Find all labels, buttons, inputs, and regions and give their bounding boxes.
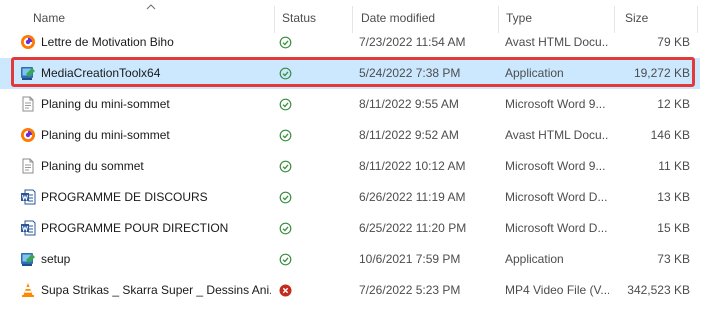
file-size: 19,272 KB <box>633 66 690 80</box>
file-name[interactable]: MediaCreationToolx64 <box>41 58 271 89</box>
vlc-icon <box>20 282 36 298</box>
file-type: Application <box>505 252 564 266</box>
vertical-scrollbar[interactable] <box>706 0 723 314</box>
sync-status-icon <box>279 36 292 49</box>
file-name[interactable]: Planing du sommet <box>41 151 271 182</box>
file-name[interactable]: setup <box>41 244 271 275</box>
sync-status-icon <box>279 222 292 235</box>
file-type: Microsoft Word D... <box>505 190 608 204</box>
file-name[interactable]: Supa Strikas _ Skarra Super _ Dessins An… <box>41 275 271 306</box>
file-name[interactable]: Planing du mini-sommet <box>41 120 271 151</box>
avast-icon <box>20 127 36 143</box>
file-type: Avast HTML Docu... <box>505 35 609 49</box>
date-modified: 6/25/2022 11:20 PM <box>359 221 467 235</box>
file-type: MP4 Video File (V... <box>505 283 609 297</box>
word-icon <box>20 189 36 205</box>
document-icon <box>20 158 36 174</box>
file-name[interactable]: Planing du mini-sommet <box>41 89 271 120</box>
avast-icon <box>20 34 36 50</box>
file-row[interactable]: PROGRAMME DE DISCOURS 6/26/2022 11:19 AM M… <box>0 182 700 213</box>
date-modified: 7/23/2022 11:54 AM <box>359 35 466 49</box>
word-icon <box>20 220 36 236</box>
sync-status-icon <box>279 67 292 80</box>
file-row[interactable]: MediaCreationToolx64 5/24/2022 7:38 PM App… <box>0 58 700 89</box>
file-type: Application <box>505 66 564 80</box>
sync-status-icon <box>279 98 292 111</box>
installer-icon <box>20 251 36 267</box>
file-name[interactable]: PROGRAMME POUR DIRECTION <box>41 213 271 244</box>
sync-status-icon <box>279 191 292 204</box>
file-size: 11 KB <box>658 159 690 173</box>
file-size: 79 KB <box>657 35 690 49</box>
sync-error-icon <box>279 284 292 297</box>
file-size: 146 KB <box>650 128 690 142</box>
file-size: 13 KB <box>657 190 690 204</box>
file-row[interactable]: Lettre de Motivation Biho 7/23/2022 11:54… <box>0 27 700 58</box>
date-modified: 7/26/2022 5:23 PM <box>359 283 461 297</box>
date-modified: 8/11/2022 9:55 AM <box>359 97 459 111</box>
file-row[interactable]: setup 10/6/2021 7:59 PM Application 73 KB <box>0 244 700 275</box>
file-type: Microsoft Word 9... <box>505 159 606 173</box>
file-size: 15 KB <box>657 221 690 235</box>
document-icon <box>20 96 36 112</box>
file-size: 12 KB <box>657 97 690 111</box>
file-type: Microsoft Word D... <box>505 221 608 235</box>
sync-status-icon <box>279 129 292 142</box>
date-modified: 5/24/2022 7:38 PM <box>359 66 461 80</box>
sync-status-icon <box>279 160 292 173</box>
file-row[interactable]: PROGRAMME POUR DIRECTION 6/25/2022 11:20 … <box>0 213 700 244</box>
file-row[interactable]: Supa Strikas _ Skarra Super _ Dessins An… <box>0 275 700 306</box>
file-name[interactable]: Lettre de Motivation Biho <box>41 27 271 58</box>
file-size: 73 KB <box>657 252 690 266</box>
file-size: 342,523 KB <box>627 283 690 297</box>
date-modified: 8/11/2022 10:12 AM <box>359 159 466 173</box>
date-modified: 10/6/2021 7:59 PM <box>359 252 461 266</box>
file-row[interactable]: Planing du mini-sommet 8/11/2022 9:55 AM M… <box>0 89 700 120</box>
file-row[interactable]: Planing du sommet 8/11/2022 10:12 AM Micro… <box>0 151 700 182</box>
date-modified: 8/11/2022 9:52 AM <box>359 128 459 142</box>
file-name[interactable]: PROGRAMME DE DISCOURS <box>41 182 271 213</box>
sync-status-icon <box>279 253 292 266</box>
installer-icon <box>20 65 36 81</box>
date-modified: 6/26/2022 11:19 AM <box>359 190 466 204</box>
file-row[interactable]: Planing du mini-sommet 8/11/2022 9:52 AM A… <box>0 120 700 151</box>
file-type: Microsoft Word 9... <box>505 97 606 111</box>
file-type: Avast HTML Docu... <box>505 128 609 142</box>
